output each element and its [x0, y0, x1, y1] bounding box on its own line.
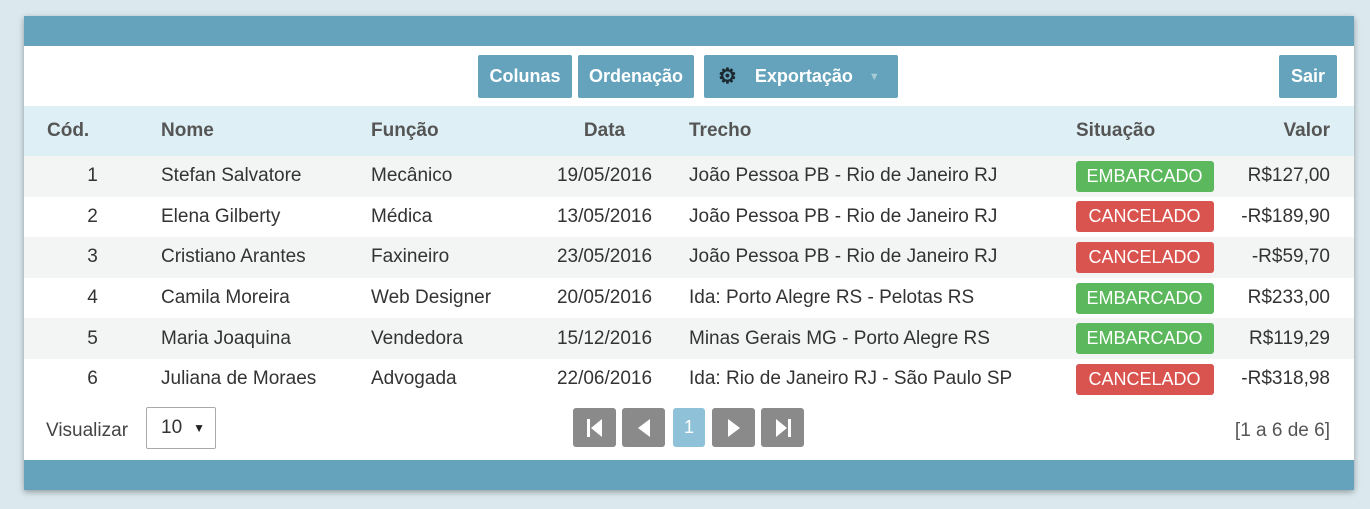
prev-page-icon: [637, 418, 650, 437]
cell-situacao: EMBARCADO: [1073, 278, 1216, 319]
cell-nome: Maria Joaquina: [161, 327, 291, 349]
cell-cod: 4: [87, 287, 98, 309]
cell-funcao: Web Designer: [371, 287, 492, 309]
cell-nome: Stefan Salvatore: [161, 165, 302, 187]
cell-data: 20/05/2016: [556, 287, 653, 309]
export-button[interactable]: ⚙ Exportação ▼: [704, 55, 898, 98]
cell-trecho: Ida: Porto Alegre RS - Pelotas RS: [689, 287, 975, 309]
caret-down-icon: ▼: [193, 421, 205, 435]
status-badge: CANCELADO: [1075, 363, 1214, 395]
header-cod[interactable]: Cód.: [24, 106, 161, 156]
header-trecho[interactable]: Trecho: [686, 106, 1073, 156]
header-situacao[interactable]: Situação: [1073, 106, 1216, 156]
table-row[interactable]: 4 Camila Moreira Web Designer 20/05/2016…: [24, 277, 1354, 319]
cell-nome: Juliana de Moraes: [161, 368, 317, 390]
page-size-value: 10: [161, 417, 183, 438]
cell-cod: 1: [87, 165, 98, 187]
cell-cod: 2: [87, 205, 98, 227]
cell-trecho: João Pessoa PB - Rio de Janeiro RJ: [689, 246, 998, 268]
cell-trecho: João Pessoa PB - Rio de Janeiro RJ: [689, 165, 998, 187]
table-row[interactable]: 2 Elena Gilberty Médica 13/05/2016 João …: [24, 196, 1354, 238]
first-page-button[interactable]: [573, 408, 616, 447]
cell-funcao: Faxineiro: [371, 246, 450, 268]
cell-situacao: EMBARCADO: [1073, 318, 1216, 359]
last-page-button[interactable]: [761, 408, 804, 447]
table-header-row: Cód. Nome Função Data Trecho Situação Va…: [24, 106, 1354, 156]
cell-valor: -R$318,98: [1241, 368, 1330, 390]
next-page-button[interactable]: [712, 408, 755, 447]
cell-data: 23/05/2016: [556, 246, 653, 268]
cell-situacao: CANCELADO: [1073, 197, 1216, 238]
header-valor[interactable]: Valor: [1216, 106, 1354, 156]
first-page-icon: [586, 418, 602, 437]
bottom-band: [24, 460, 1354, 490]
table-row[interactable]: 1 Stefan Salvatore Mecânico 19/05/2016 J…: [24, 156, 1354, 197]
status-badge: CANCELADO: [1075, 241, 1214, 273]
cell-data: 22/06/2016: [556, 368, 653, 390]
cell-data: 13/05/2016: [556, 205, 653, 227]
top-band: [24, 16, 1354, 46]
grid-panel: Colunas Ordenação ⚙ Exportação ▼ Sair Có…: [24, 16, 1354, 490]
cell-nome: Camila Moreira: [161, 287, 290, 309]
gear-icon: ⚙: [718, 65, 737, 88]
cell-cod: 6: [87, 368, 98, 390]
data-table: Cód. Nome Função Data Trecho Situação Va…: [24, 106, 1354, 400]
cell-valor: R$119,29: [1249, 327, 1330, 349]
cell-funcao: Mecânico: [371, 165, 453, 187]
cell-trecho: João Pessoa PB - Rio de Janeiro RJ: [689, 205, 998, 227]
table-row[interactable]: 6 Juliana de Moraes Advogada 22/06/2016 …: [24, 358, 1354, 400]
page-number-button[interactable]: 1: [673, 408, 705, 447]
cell-nome: Elena Gilberty: [161, 205, 281, 227]
columns-button[interactable]: Colunas: [478, 55, 572, 98]
status-badge: EMBARCADO: [1075, 160, 1214, 192]
cell-cod: 5: [87, 327, 98, 349]
header-nome[interactable]: Nome: [161, 106, 371, 156]
cell-trecho: Ida: Rio de Janeiro RJ - São Paulo SP: [689, 368, 1013, 390]
cell-funcao: Médica: [371, 205, 433, 227]
cell-valor: R$233,00: [1247, 287, 1330, 309]
record-count: [1 a 6 de 6]: [1234, 420, 1330, 441]
sort-button[interactable]: Ordenação: [578, 55, 694, 98]
status-badge: EMBARCADO: [1075, 323, 1214, 355]
cell-situacao: EMBARCADO: [1073, 156, 1216, 197]
header-funcao[interactable]: Função: [371, 106, 523, 156]
header-data[interactable]: Data: [523, 106, 686, 156]
table-row[interactable]: 5 Maria Joaquina Vendedora 15/12/2016 Mi…: [24, 318, 1354, 359]
cell-situacao: CANCELADO: [1073, 237, 1216, 278]
cell-nome: Cristiano Arantes: [161, 246, 306, 268]
page-size-label: Visualizar: [46, 420, 129, 441]
cell-situacao: CANCELADO: [1073, 359, 1216, 400]
cell-valor: -R$59,70: [1251, 246, 1330, 268]
cell-trecho: Minas Gerais MG - Porto Alegre RS: [689, 327, 990, 349]
exit-button[interactable]: Sair: [1279, 55, 1337, 98]
export-button-label: Exportação: [754, 66, 853, 86]
page-size-select[interactable]: 10 ▼: [146, 407, 216, 449]
cell-cod: 3: [87, 246, 98, 268]
cell-funcao: Advogada: [371, 368, 457, 390]
cell-data: 19/05/2016: [556, 165, 653, 187]
status-badge: CANCELADO: [1075, 201, 1214, 233]
cell-valor: -R$189,90: [1241, 205, 1330, 227]
cell-valor: R$127,00: [1247, 165, 1330, 187]
cell-funcao: Vendedora: [371, 327, 463, 349]
status-badge: EMBARCADO: [1075, 282, 1214, 314]
prev-page-button[interactable]: [622, 408, 665, 447]
next-page-icon: [727, 418, 740, 437]
caret-down-icon: ▼: [868, 70, 880, 83]
last-page-icon: [775, 418, 791, 437]
table-row[interactable]: 3 Cristiano Arantes Faxineiro 23/05/2016…: [24, 237, 1354, 278]
cell-data: 15/12/2016: [556, 327, 653, 349]
